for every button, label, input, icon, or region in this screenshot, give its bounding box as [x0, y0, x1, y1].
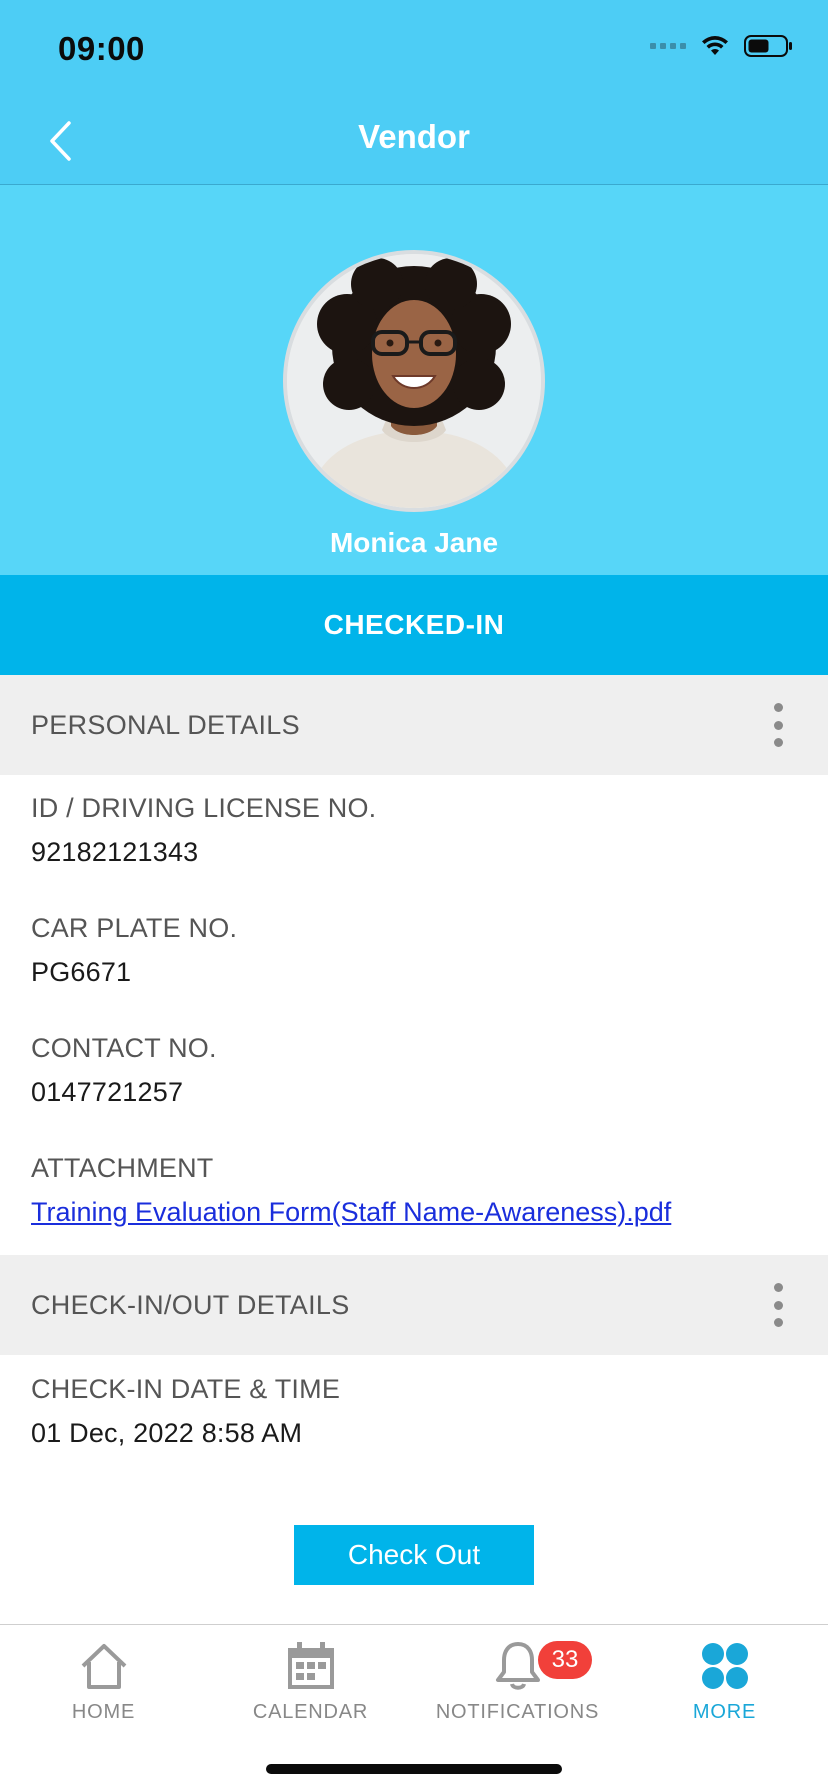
field-label: CONTACT NO.: [31, 1033, 217, 1063]
personal-details-header: PERSONAL DETAILS: [0, 675, 828, 775]
battery-icon: [744, 35, 792, 57]
tab-label: CALENDAR: [252, 1701, 369, 1723]
check-out-button[interactable]: Check Out: [294, 1525, 534, 1585]
profile-name: Monica Jane: [329, 527, 499, 558]
status-time: 09:00: [58, 30, 145, 67]
checkin-datetime-field: CHECK-IN DATE & TIME 01 Dec, 2022 8:58 A…: [31, 1374, 801, 1449]
status-banner-label: CHECKED-IN: [323, 609, 505, 640]
attachment-field: ATTACHMENT Training Evaluation Form(Staf…: [31, 1153, 801, 1228]
home-icon: [81, 1644, 126, 1689]
car-plate-field: CAR PLATE NO. PG6671: [31, 913, 801, 988]
field-value: 0147721257: [31, 1077, 184, 1107]
tab-notifications[interactable]: 33 NOTIFICATIONS: [414, 1637, 621, 1737]
field-label: ATTACHMENT: [31, 1153, 214, 1183]
tab-home[interactable]: HOME: [0, 1637, 207, 1737]
top-bar: 09:00 Vendor: [0, 0, 828, 185]
page-title: Vendor: [358, 118, 470, 155]
id-license-field: ID / DRIVING LICENSE NO. 92182121343: [31, 793, 801, 868]
cellular-signal-icon: [650, 43, 686, 49]
checkin-details-header: CHECK-IN/OUT DETAILS: [0, 1255, 828, 1355]
more-vert-icon[interactable]: [768, 1283, 788, 1327]
profile-section: Monica Jane: [0, 185, 828, 575]
field-label: CAR PLATE NO.: [31, 913, 238, 943]
status-badge: CHECKED-IN: [0, 575, 828, 675]
tab-more[interactable]: MORE: [621, 1637, 828, 1737]
wifi-icon: [702, 36, 728, 55]
notification-count-badge: 33: [538, 1641, 592, 1679]
field-label: CHECK-IN DATE & TIME: [31, 1374, 341, 1404]
calendar-icon: [287, 1642, 334, 1689]
tab-label: HOME: [71, 1701, 136, 1723]
more-grid-icon: [701, 1643, 748, 1689]
status-indicators: [650, 34, 794, 58]
section-title: PERSONAL DETAILS: [31, 709, 300, 740]
contact-field: CONTACT NO. 0147721257: [31, 1033, 801, 1108]
tab-calendar[interactable]: CALENDAR: [207, 1637, 414, 1737]
field-label: ID / DRIVING LICENSE NO.: [31, 793, 377, 823]
field-value: 01 Dec, 2022 8:58 AM: [31, 1418, 303, 1448]
section-title: CHECK-IN/OUT DETAILS: [31, 1289, 350, 1320]
home-indicator: [266, 1764, 562, 1774]
bell-icon: [495, 1642, 540, 1690]
attachment-link[interactable]: Training Evaluation Form(Staff Name-Awar…: [31, 1197, 671, 1228]
field-value: PG6671: [31, 957, 132, 987]
tab-label: MORE: [692, 1701, 757, 1723]
more-vert-icon[interactable]: [768, 703, 788, 747]
tab-label: NOTIFICATIONS: [435, 1701, 600, 1723]
field-value: 92182121343: [31, 837, 199, 867]
avatar: [283, 250, 545, 512]
